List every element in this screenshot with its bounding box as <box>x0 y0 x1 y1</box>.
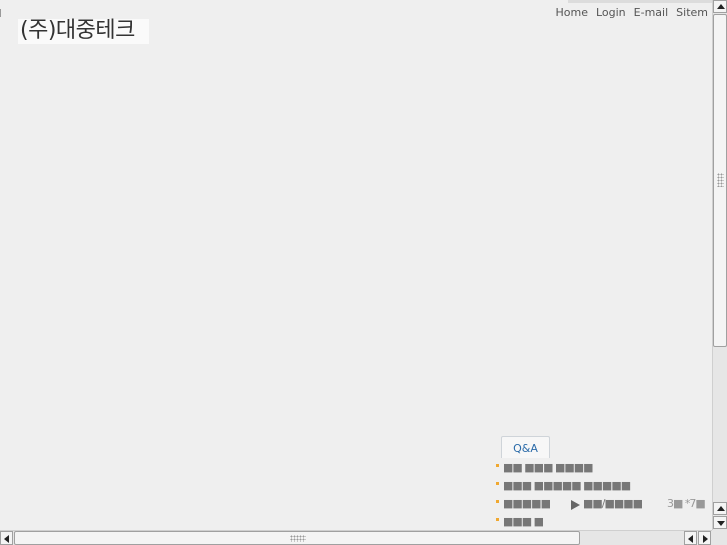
scroll-up-button[interactable] <box>713 0 727 13</box>
nav-home-link[interactable]: Home <box>551 5 591 21</box>
vertical-scrollbar[interactable] <box>712 0 727 530</box>
scroll-up-button-lower[interactable] <box>713 502 727 515</box>
top-bar-strip <box>568 0 712 3</box>
vertical-scroll-thumb[interactable] <box>713 14 727 347</box>
bullet-icon <box>496 464 499 467</box>
tab-qa[interactable]: Q&A <box>501 436 550 458</box>
grip-icon <box>717 173 724 187</box>
arrow-right-icon <box>703 535 708 543</box>
scroll-left-button[interactable] <box>0 531 13 545</box>
grip-icon <box>290 535 306 542</box>
qa-item-title[interactable]: ■■■■■ <box>503 495 551 512</box>
page: Home Login E-mail Sitem (주)대중테크 Q&A ■■ ■… <box>0 0 712 530</box>
qa-item-title[interactable]: ■■■ ■■■■■ ■■■■■ <box>503 477 631 494</box>
bullet-icon <box>496 482 499 485</box>
logo-text: (주)대중테크 <box>20 18 135 43</box>
arrow-left-icon <box>4 535 9 543</box>
nav-sitemap-link[interactable]: Sitem <box>672 5 712 21</box>
horizontal-scroll-thumb[interactable] <box>14 531 580 545</box>
list-item[interactable]: ■■■ ■ <box>496 513 712 530</box>
list-item[interactable]: ■■■■■ ■■/■■■■ 3■ *7■ <box>496 495 712 513</box>
qa-panel: Q&A ■■ ■■■ ■■■■ ■■■ ■■■■■ ■■■■■ ■■■■■ ■■… <box>496 434 712 530</box>
arrow-up-icon <box>717 4 725 9</box>
arrow-right-icon <box>571 500 580 510</box>
bullet-icon <box>496 518 499 521</box>
list-item[interactable]: ■■■ ■■■■■ ■■■■■ <box>496 477 712 495</box>
scroll-down-button[interactable] <box>713 516 727 529</box>
arrow-left-icon <box>688 535 693 543</box>
scroll-right-button[interactable] <box>698 531 711 545</box>
company-logo[interactable]: (주)대중테크 <box>18 18 149 44</box>
qa-item-subtitle: ■■/■■■■ <box>583 497 643 510</box>
qa-item-title[interactable]: ■■■ ■ <box>503 513 544 530</box>
qa-item-title[interactable]: ■■ ■■■ ■■■■ <box>503 459 594 476</box>
bullet-icon <box>496 500 499 503</box>
arrow-up-icon <box>717 506 725 511</box>
top-nav: Home Login E-mail Sitem <box>551 5 712 21</box>
scroll-left-button-lower[interactable] <box>684 531 697 545</box>
qa-item-meta: 3■ *7■ <box>667 497 706 510</box>
arrow-down-icon <box>717 521 725 526</box>
scrollbar-corner <box>712 530 727 545</box>
horizontal-scrollbar[interactable] <box>0 530 712 545</box>
qa-list: ■■ ■■■ ■■■■ ■■■ ■■■■■ ■■■■■ ■■■■■ ■■/■■■… <box>496 459 712 530</box>
tab-qa-label: Q&A <box>513 442 538 455</box>
corner-mark <box>0 9 3 17</box>
nav-email-link[interactable]: E-mail <box>630 5 673 21</box>
list-item[interactable]: ■■ ■■■ ■■■■ <box>496 459 712 477</box>
nav-login-link[interactable]: Login <box>592 5 630 21</box>
